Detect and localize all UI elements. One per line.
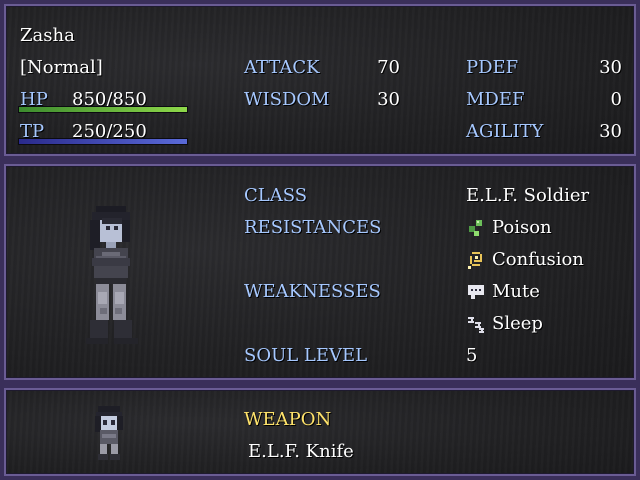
character-state: [Normal]	[20, 57, 103, 78]
soul-level-label: SOUL LEVEL	[244, 345, 368, 366]
mdef-label: MDEF	[466, 89, 525, 110]
equipment-panel: WEAPON E.L.F. Knife	[0, 384, 640, 480]
weakness-sleep: Sleep	[492, 313, 543, 334]
agility-label: AGILITY	[466, 121, 544, 142]
character-mini-sprite	[95, 406, 123, 460]
agility-value: 30	[599, 121, 622, 142]
soul-level-value: 5	[466, 345, 478, 366]
resistance-poison: Poison	[492, 217, 552, 238]
confusion-icon	[468, 252, 482, 269]
status-panel: Zasha [Normal] HP 850/850 TP 250/250 ATT…	[0, 0, 640, 160]
hp-gauge	[18, 106, 188, 113]
class-value: E.L.F. Soldier	[466, 185, 590, 206]
sleep-icon	[468, 317, 484, 333]
weaknesses-label: WEAKNESSES	[244, 281, 381, 302]
poison-icon	[469, 220, 482, 236]
pdef-label: PDEF	[466, 57, 519, 78]
mdef-value: 0	[610, 89, 622, 110]
resistances-label: RESISTANCES	[244, 217, 382, 238]
weakness-mute: Mute	[492, 281, 540, 302]
tp-gauge	[18, 138, 188, 145]
wisdom-label: WISDOM	[244, 89, 330, 110]
profile-panel: CLASS E.L.F. Soldier RESISTANCES Poison …	[0, 160, 640, 384]
attack-label: ATTACK	[244, 57, 320, 78]
weapon-label: WEAPON	[244, 409, 332, 430]
tp-gauge-fill	[19, 139, 187, 144]
hp-gauge-fill	[19, 107, 187, 112]
attack-value: 70	[377, 57, 400, 78]
weapon-value[interactable]: E.L.F. Knife	[248, 440, 354, 464]
wisdom-value: 30	[377, 89, 400, 110]
pdef-value: 30	[599, 57, 622, 78]
class-label: CLASS	[244, 185, 308, 206]
mute-icon	[468, 285, 484, 299]
character-name: Zasha	[20, 25, 75, 46]
resistance-confusion: Confusion	[492, 249, 584, 270]
character-portrait-sprite	[86, 206, 138, 344]
